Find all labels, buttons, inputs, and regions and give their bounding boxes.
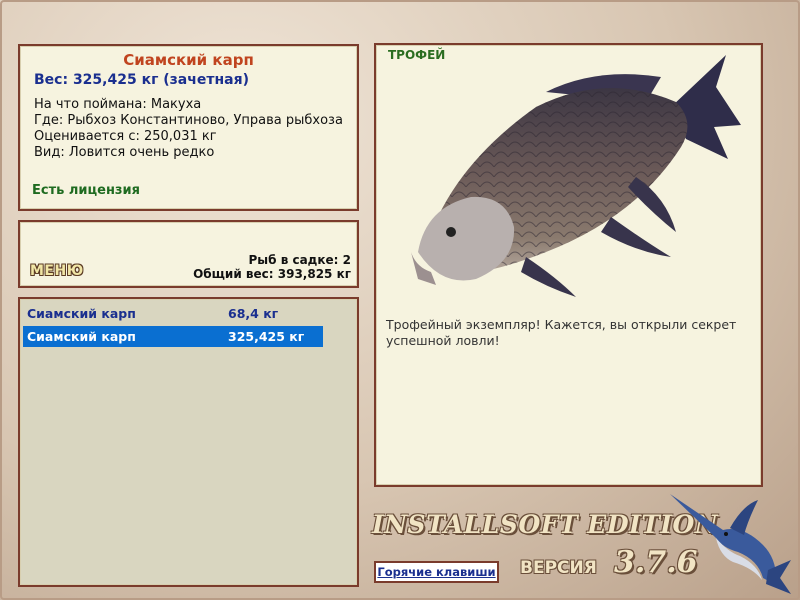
fish-name-title: Сиамский карп <box>123 51 254 69</box>
keepnet-stats-panel: МЕНЮ Рыб в садке: 2 Общий вес: 393,825 к… <box>18 220 359 288</box>
list-item-name: Сиамский карп <box>27 306 136 321</box>
license-status: Есть лицензия <box>32 183 140 198</box>
total-weight: Общий вес: 393,825 кг <box>193 267 351 281</box>
menu-button[interactable]: МЕНЮ <box>30 263 84 279</box>
valued-from-info: Оценивается с: 250,031 кг <box>34 129 217 144</box>
catch-list: Сиамский карп 68,4 кг Сиамский карп 325,… <box>18 297 359 587</box>
location-info: Где: Рыбхоз Константиново, Управа рыбхоз… <box>34 113 343 128</box>
list-item[interactable]: Сиамский карп 68,4 кг <box>23 303 323 324</box>
siamese-carp-image <box>411 55 741 297</box>
fish-weight: Вес: 325,425 кг (зачетная) <box>34 72 249 88</box>
edition-title: INSTALLSOFT EDITION <box>372 510 719 539</box>
list-item-selected[interactable]: Сиамский карп 325,425 кг <box>23 326 323 347</box>
trophy-panel: ТРОФЕЙ Трофейный экземпляр! Кажется, вы … <box>374 43 763 487</box>
marlin-logo-icon <box>670 494 791 594</box>
trophy-description: Трофейный экземпляр! Кажется, вы открыли… <box>386 317 737 348</box>
hotkeys-button[interactable]: Горячие клавиши <box>374 561 499 583</box>
list-item-weight: 325,425 кг <box>228 329 305 344</box>
bait-info: На что поймана: Макуха <box>34 97 202 112</box>
fish-count: Рыб в садке: 2 <box>248 253 352 267</box>
fish-info-panel: Сиамский карп Вес: 325,425 кг (зачетная)… <box>18 44 359 211</box>
list-item-name: Сиамский карп <box>27 329 136 344</box>
list-item-weight: 68,4 кг <box>228 306 279 321</box>
rarity-info: Вид: Ловится очень редко <box>34 145 215 160</box>
version-label: ВЕРСИЯ <box>520 558 597 578</box>
